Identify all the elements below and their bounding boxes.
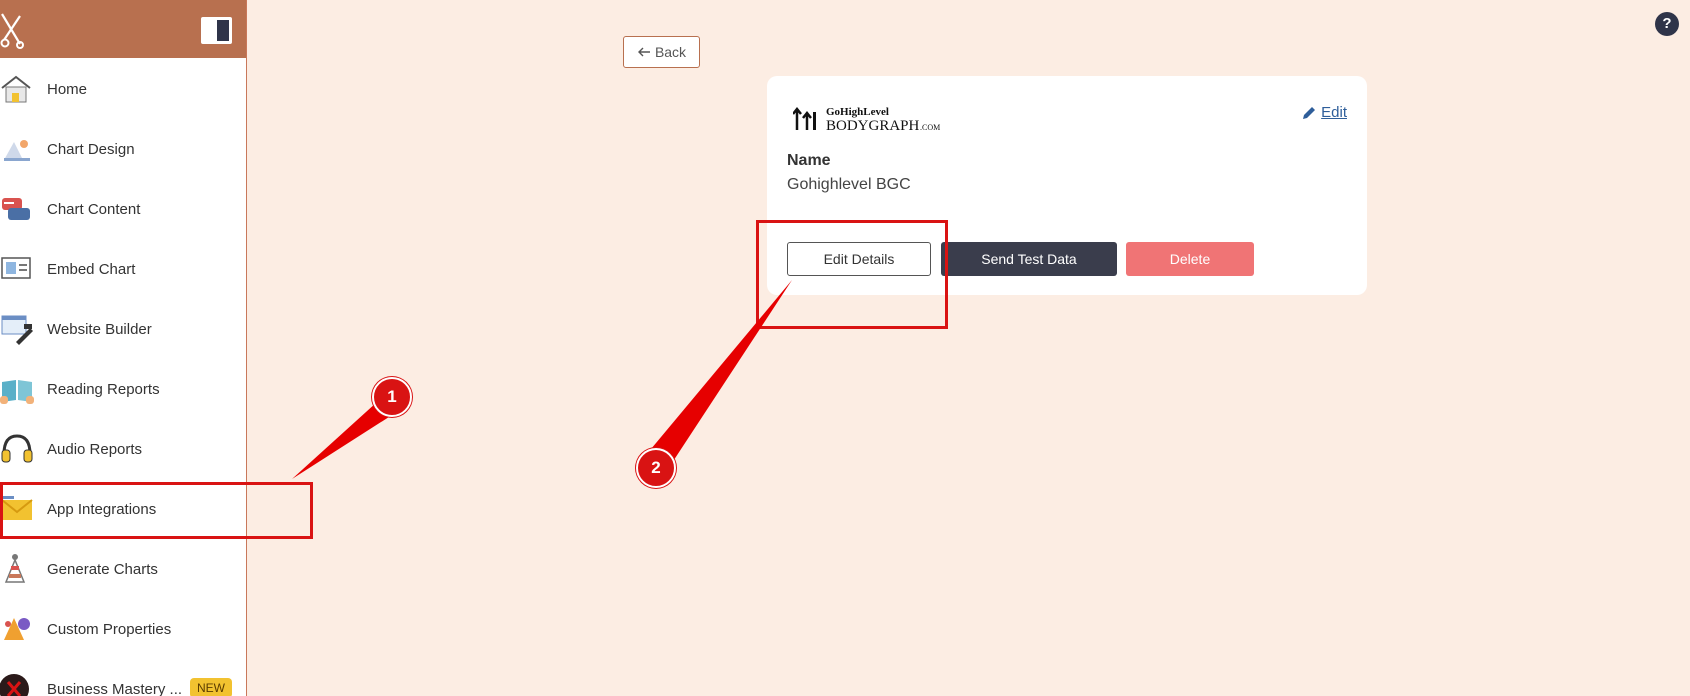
sidebar-item-label: Website Builder bbox=[47, 320, 152, 338]
sidebar-item-label: Home bbox=[47, 80, 88, 98]
sidebar: Home Chart Design Chart Content Embed Ch… bbox=[0, 0, 247, 696]
sidebar-item-label: Reading Reports bbox=[47, 380, 160, 398]
arrow-left-icon bbox=[637, 47, 650, 57]
headphones-icon bbox=[1, 434, 33, 463]
sidebar-item-label: Chart Design bbox=[47, 140, 135, 158]
sidebar-item-chart-design[interactable]: Chart Design bbox=[0, 124, 246, 174]
reading-reports-icon bbox=[0, 380, 34, 404]
sidebar-item-chart-content[interactable]: Chart Content bbox=[0, 184, 246, 234]
sidebar-item-label: Audio Reports bbox=[47, 440, 143, 458]
back-button[interactable]: Back bbox=[623, 36, 700, 68]
delete-button[interactable]: Delete bbox=[1126, 242, 1254, 276]
annotation-number-1: 1 bbox=[372, 377, 412, 417]
website-builder-icon bbox=[1, 315, 33, 345]
chart-content-icon bbox=[2, 198, 30, 220]
new-badge: NEW bbox=[190, 678, 232, 696]
sidebar-item-home[interactable]: Home bbox=[0, 64, 246, 114]
sidebar-item-custom-properties[interactable]: Custom Properties bbox=[0, 604, 246, 654]
send-test-data-button[interactable]: Send Test Data bbox=[941, 242, 1117, 276]
brand-suffix: .COM bbox=[920, 123, 940, 132]
sidebar-toggle-icon bbox=[217, 20, 229, 41]
name-value: Gohighlevel BGC bbox=[787, 176, 911, 193]
sidebar-item-business-mastery[interactable]: Business Mastery ... NEW bbox=[0, 664, 246, 696]
generate-charts-icon bbox=[4, 554, 26, 583]
annotation-number-2: 2 bbox=[636, 448, 676, 488]
brand-line1: GoHighLevel bbox=[826, 106, 889, 118]
help-icon[interactable]: ? bbox=[1655, 12, 1679, 36]
brand-line2: BODYGRAPH bbox=[826, 118, 920, 134]
sidebar-item-label: Embed Chart bbox=[47, 260, 136, 278]
sidebar-item-website-builder[interactable]: Website Builder bbox=[0, 304, 246, 354]
app-logo-icon[interactable] bbox=[0, 10, 26, 50]
business-mastery-icon bbox=[0, 674, 29, 696]
edit-link-label: Edit bbox=[1321, 104, 1347, 121]
sidebar-collapse-button[interactable] bbox=[201, 17, 232, 44]
custom-properties-icon bbox=[4, 618, 30, 640]
chart-design-icon bbox=[4, 140, 30, 161]
sidebar-item-reading-reports[interactable]: Reading Reports bbox=[0, 364, 246, 414]
name-label: Name bbox=[787, 152, 831, 169]
embed-chart-icon bbox=[1, 257, 31, 279]
sidebar-header bbox=[0, 0, 246, 58]
sidebar-item-label: Custom Properties bbox=[47, 620, 172, 638]
pencil-icon bbox=[1303, 106, 1316, 119]
annotation-highlight-app-integrations bbox=[0, 482, 313, 539]
sidebar-item-audio-reports[interactable]: Audio Reports bbox=[0, 424, 246, 474]
home-icon bbox=[1, 75, 31, 103]
edit-link[interactable]: Edit bbox=[1301, 104, 1347, 121]
sidebar-item-label: Generate Charts bbox=[47, 560, 158, 578]
sidebar-item-label: Chart Content bbox=[47, 200, 141, 218]
sidebar-item-label: Business Mastery ... bbox=[47, 680, 183, 696]
sidebar-item-generate-charts[interactable]: Generate Charts bbox=[0, 544, 246, 594]
annotation-highlight-edit-details bbox=[756, 220, 948, 329]
back-button-label: Back bbox=[654, 44, 687, 60]
gohighlevel-bodygraph-logo: GoHighLevel BODYGRAPH .COM bbox=[793, 106, 940, 134]
sidebar-item-embed-chart[interactable]: Embed Chart bbox=[0, 244, 246, 294]
